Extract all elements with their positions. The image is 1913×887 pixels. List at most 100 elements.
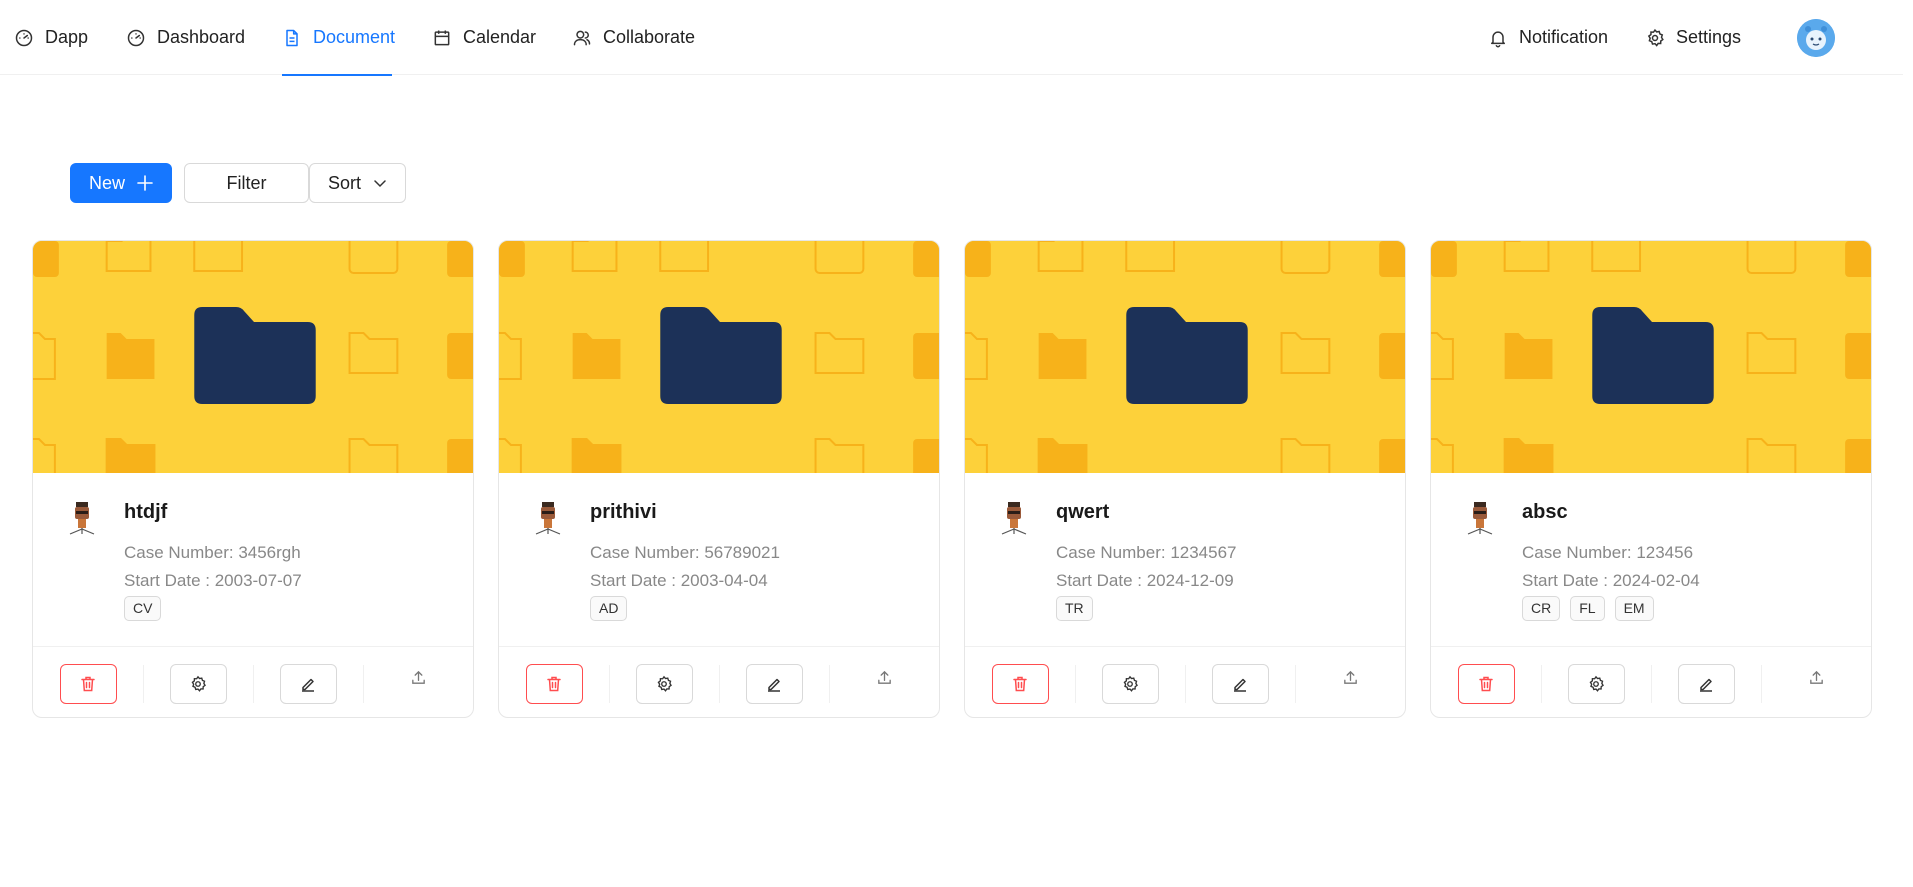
dashboard-gauge-icon <box>15 29 33 46</box>
tag-list: CR FL EM <box>1522 596 1654 621</box>
nav-item-label: Collaborate <box>603 27 696 47</box>
start-date: Start Date : 2024-12-09 <box>1056 571 1234 590</box>
nav-item-dashboard[interactable]: Dashboard <box>126 0 245 75</box>
plus-icon <box>137 175 153 191</box>
card-action-edit-slot <box>719 647 829 717</box>
edit-button[interactable] <box>1677 663 1735 704</box>
scrollbar-track[interactable] <box>1903 0 1913 887</box>
card-actions <box>1431 646 1871 717</box>
delete-button[interactable] <box>59 663 117 704</box>
delete-button[interactable] <box>525 663 583 704</box>
file-text-icon <box>286 29 298 46</box>
nav-item-calendar[interactable]: Calendar <box>432 0 536 75</box>
card-action-delete-slot <box>1431 647 1541 717</box>
trash-icon <box>1013 676 1027 691</box>
card-settings-button[interactable] <box>169 663 227 704</box>
avatar-icon <box>65 501 99 535</box>
nav-item-document[interactable]: Document <box>282 0 395 76</box>
tag-list: CV <box>124 596 162 621</box>
new-button[interactable]: New <box>70 163 172 203</box>
delete-button[interactable] <box>991 663 1049 704</box>
card-action-delete-slot <box>499 647 609 717</box>
card-action-share-slot <box>1761 647 1871 717</box>
document-card[interactable]: prithivi Case Number: 56789021 Start Dat… <box>498 240 940 718</box>
avatar-icon <box>1463 501 1497 535</box>
nav-settings[interactable]: Settings <box>1645 0 1741 75</box>
sort-dropdown[interactable]: Sort <box>309 163 406 203</box>
case-number: Case Number: 123456 <box>1522 543 1694 562</box>
nav-item-collaborate[interactable]: Collaborate <box>572 0 695 75</box>
upload-share-icon <box>411 670 425 684</box>
card-title: prithivi <box>590 501 657 523</box>
folder-cover-image <box>1431 241 1871 473</box>
card-action-edit-slot <box>1185 647 1295 717</box>
card-body: htdjf Case Number: 3456rgh Start Date : … <box>33 473 473 651</box>
nav-item-label: Calendar <box>463 27 537 47</box>
card-settings-button[interactable] <box>635 663 693 704</box>
card-title: absc <box>1522 501 1568 523</box>
upload-share-icon <box>877 670 891 684</box>
card-settings-button[interactable] <box>1567 663 1625 704</box>
pencil-edit-icon <box>302 678 314 692</box>
share-button[interactable] <box>869 663 899 693</box>
folder-cover-image <box>499 241 939 473</box>
trash-icon <box>81 676 95 691</box>
case-number: Case Number: 3456rgh <box>124 543 301 562</box>
bell-icon <box>1491 30 1505 47</box>
tag-list: AD <box>590 596 628 621</box>
calendar-icon <box>434 30 450 45</box>
card-action-settings-slot <box>143 647 253 717</box>
case-number: Case Number: 1234567 <box>1056 543 1237 562</box>
chevron-down-icon <box>374 180 386 188</box>
nav-notification[interactable]: Notification <box>1488 0 1608 75</box>
card-action-share-slot <box>1295 647 1405 717</box>
share-button[interactable] <box>1335 663 1365 693</box>
pencil-edit-icon <box>1234 678 1246 692</box>
card-action-share-slot <box>829 647 939 717</box>
top-navigation: Dapp Dashboard Document Calendar Collabo… <box>0 0 1913 76</box>
card-action-edit-slot <box>253 647 363 717</box>
nav-item-label: Dashboard <box>157 27 246 47</box>
card-actions <box>33 646 473 717</box>
tag-badge: AD <box>590 596 628 621</box>
card-settings-button[interactable] <box>1101 663 1159 704</box>
dashboard-gauge-icon <box>127 29 145 46</box>
new-button-label: New <box>88 172 125 193</box>
gear-icon <box>1589 675 1604 692</box>
gear-icon <box>1123 675 1138 692</box>
tag-badge: FL <box>1570 596 1605 621</box>
nav-brand-dapp[interactable]: Dapp <box>14 0 88 75</box>
gear-icon <box>1647 28 1664 47</box>
folder-cover-image <box>33 241 473 473</box>
avatar-icon <box>997 501 1031 535</box>
card-actions <box>499 646 939 717</box>
upload-share-icon <box>1343 670 1357 684</box>
start-date: Start Date : 2003-07-07 <box>124 571 302 590</box>
tag-list: TR <box>1056 596 1093 621</box>
edit-button[interactable] <box>1211 663 1269 704</box>
start-date: Start Date : 2003-04-04 <box>590 571 768 590</box>
document-card[interactable]: absc Case Number: 123456 Start Date : 20… <box>1430 240 1872 718</box>
card-title: qwert <box>1056 501 1110 523</box>
tag-badge: CR <box>1522 596 1561 621</box>
card-title: htdjf <box>124 501 168 523</box>
user-avatar-icon[interactable] <box>1797 19 1835 57</box>
edit-button[interactable] <box>279 663 337 704</box>
share-button[interactable] <box>1801 663 1831 693</box>
document-card[interactable]: qwert Case Number: 1234567 Start Date : … <box>964 240 1406 718</box>
edit-button[interactable] <box>745 663 803 704</box>
document-card[interactable]: htdjf Case Number: 3456rgh Start Date : … <box>32 240 474 718</box>
gear-icon <box>657 675 672 692</box>
nav-brand-label: Dapp <box>45 27 89 47</box>
delete-button[interactable] <box>1457 663 1515 704</box>
filter-button[interactable]: Filter <box>184 163 309 203</box>
card-action-delete-slot <box>33 647 143 717</box>
folder-cover-image <box>965 241 1405 473</box>
start-date: Start Date : 2024-02-04 <box>1522 571 1700 590</box>
upload-share-icon <box>1809 670 1823 684</box>
share-button[interactable] <box>403 663 433 693</box>
case-number: Case Number: 56789021 <box>590 543 780 562</box>
nav-settings-label: Settings <box>1676 27 1742 47</box>
trash-icon <box>547 676 561 691</box>
card-body: prithivi Case Number: 56789021 Start Dat… <box>499 473 939 651</box>
